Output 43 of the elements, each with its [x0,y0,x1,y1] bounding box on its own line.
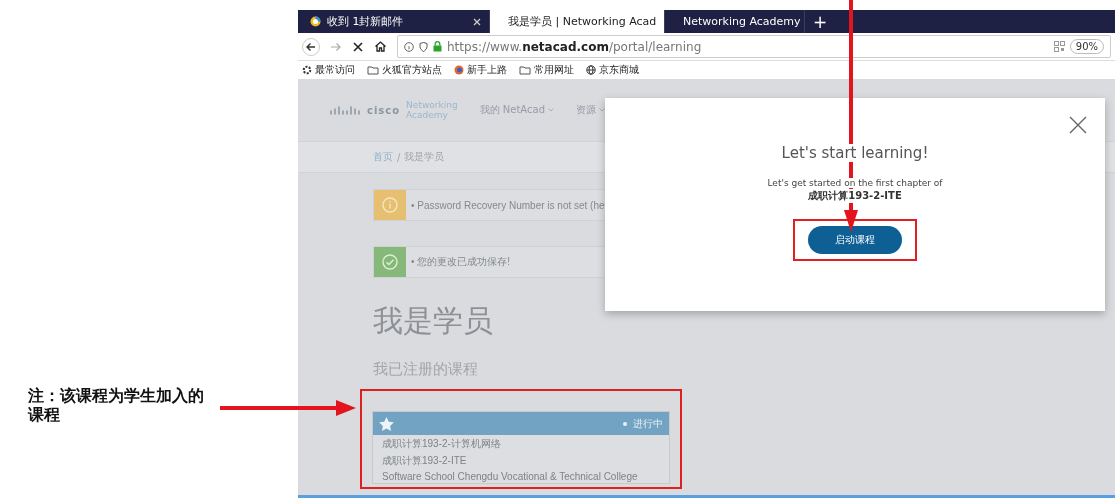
annotation-note: 注：该课程为学生加入的课程 [28,386,205,424]
modal-course-name: 成职计算193-2-ITE [806,189,904,203]
cisco-logo-icon [330,105,361,115]
modal-text: Let's get started on the first chapter of [765,178,945,188]
browser-tab[interactable]: 我是学员 | Networking Acad [490,10,665,33]
alert-text: • 您的更改已成功保存! [410,255,511,269]
logo-wordmark: cisco [367,104,401,116]
close-icon[interactable] [352,40,364,53]
alert-text: • Password Recovery Number is not set (he [410,198,605,213]
lock-icon [433,41,442,52]
bookmark-item[interactable]: 常用网址 [519,63,574,77]
breadcrumb-separator: / [397,151,401,163]
caret-icon [548,108,554,112]
page-heading: 我是学员 [373,302,494,340]
caret-icon [599,108,605,112]
address-field[interactable]: https://www.netacad.com/portal/learning 90% [397,35,1111,58]
new-tab-button[interactable]: + [805,10,836,33]
bookmark-item[interactable]: 京东商城 [586,63,639,77]
folder-icon [519,65,531,75]
course-info: 成职计算193-2-ITE [381,454,468,468]
bookmark-item[interactable]: 火狐官方站点 [367,63,442,77]
shield-icon [419,41,428,52]
course-info: Software School Chengdu Vocational & Technical College [381,470,639,483]
logo-subtitle: Networking Academy [406,100,458,120]
bookmark-item[interactable]: 新手上路 [454,63,507,77]
home-icon[interactable] [374,40,387,53]
check-icon [382,254,398,270]
browser-tab[interactable]: Networking Academy [665,10,805,33]
browser-logo-icon [454,65,464,75]
course-status: 进行中 [623,416,663,431]
bookmark-item[interactable]: 最常访问 [302,63,355,77]
folder-icon [367,65,379,75]
gear-icon [302,65,312,75]
star-icon [379,416,394,431]
globe-icon [586,65,596,75]
info-icon [382,197,398,213]
course-info: 成职计算193-2-计算机网络 [381,437,502,451]
tab-favicon-icon [310,16,321,27]
info-icon [404,41,414,52]
start-course-button[interactable]: 启动课程 [808,226,902,254]
back-icon[interactable] [302,37,320,56]
qr-code-icon[interactable] [1053,41,1065,52]
dot-icon [623,421,627,426]
